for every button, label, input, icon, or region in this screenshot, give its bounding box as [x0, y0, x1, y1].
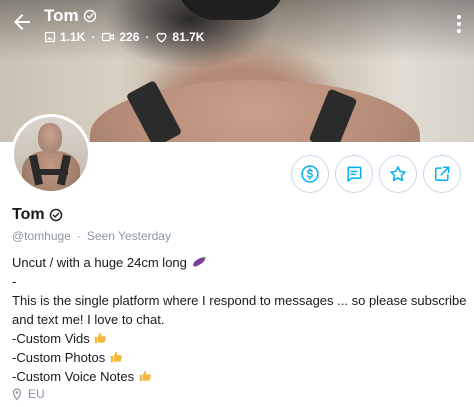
- eggplant-emoji-icon: [192, 256, 206, 267]
- star-icon: [390, 166, 406, 182]
- likes-count: 81.7K: [155, 30, 204, 44]
- message-button[interactable]: [335, 155, 373, 193]
- likes-count-label: 81.7K: [172, 30, 205, 44]
- heart-icon: [156, 32, 167, 43]
- thumbs-up-emoji-icon: [110, 351, 122, 363]
- verified-badge-icon: [83, 9, 96, 23]
- favorite-button[interactable]: [379, 155, 417, 193]
- profile-bio: Uncut / with a huge 24cm long - This is …: [12, 253, 467, 386]
- stat-separator: ·: [145, 30, 150, 44]
- share-icon: [435, 166, 450, 181]
- bio-line: -Custom Vids: [12, 329, 464, 348]
- bio-line: -: [12, 274, 17, 289]
- thumbs-up-emoji-icon: [139, 370, 151, 382]
- stat-separator: ·: [91, 30, 96, 44]
- header-stats: 1.1K · 226 · 81.7K: [44, 30, 204, 44]
- profile-name: Tom: [12, 206, 45, 223]
- avatar-image: [14, 117, 88, 191]
- video-icon: [102, 32, 115, 42]
- more-options-button[interactable]: [456, 14, 462, 34]
- bio-line: Uncut / with a huge 24cm long: [12, 253, 464, 272]
- more-vertical-icon: [457, 15, 461, 33]
- profile-location: EU: [12, 387, 45, 401]
- back-button[interactable]: [10, 10, 34, 34]
- avatar[interactable]: [11, 114, 91, 194]
- verified-badge-icon: [49, 208, 62, 222]
- bio-line: -Custom Photos: [12, 348, 464, 367]
- video-count: 226: [101, 30, 139, 44]
- video-count-label: 226: [119, 30, 140, 44]
- dollar-icon: [301, 165, 319, 183]
- arrow-left-icon: [14, 14, 30, 30]
- bio-line: and text me! I love to chat.: [12, 312, 165, 327]
- handle-row: @tomhuge · Seen Yesterday: [12, 229, 171, 243]
- location-label: EU: [28, 387, 45, 401]
- share-button[interactable]: [423, 155, 461, 193]
- handle-separator: ·: [76, 229, 81, 243]
- top-bar: Tom 1.1K · 226 · 81.7K: [0, 0, 474, 60]
- thumbs-up-emoji-icon: [95, 332, 107, 344]
- profile-name-row: Tom: [12, 206, 63, 224]
- location-pin-icon: [12, 387, 22, 400]
- media-count-label: 1.1K: [60, 30, 86, 44]
- last-seen: Seen Yesterday: [86, 229, 171, 243]
- bio-line: This is the single platform where I resp…: [12, 293, 467, 308]
- tip-button[interactable]: [291, 155, 329, 193]
- bio-line: -Custom Voice Notes: [12, 367, 464, 386]
- profile-handle: @tomhuge: [12, 229, 71, 243]
- header-info: Tom 1.1K · 226 · 81.7K: [44, 6, 204, 44]
- profile-actions: [291, 155, 461, 193]
- header-title: Tom: [44, 6, 79, 25]
- image-icon: [44, 31, 56, 43]
- message-icon: [347, 166, 362, 182]
- media-count: 1.1K: [44, 30, 85, 44]
